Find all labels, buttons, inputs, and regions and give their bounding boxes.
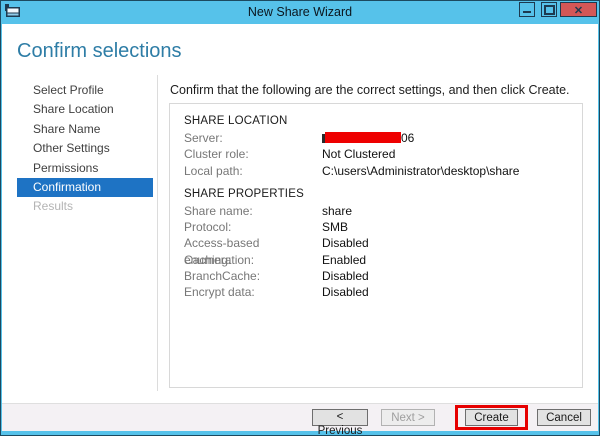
close-icon[interactable] [560,2,597,17]
row-value: C:\users\Administrator\desktop\share [322,163,519,179]
summary-row-access-based-enumeration: Access-based enumeration: Disabled [184,235,574,251]
row-value: Disabled [322,235,369,251]
wizard-steps-sidebar: Select Profile Share Location Share Name… [0,81,157,217]
window-title: New Share Wizard [248,5,352,19]
window-border-bottom [0,431,600,436]
row-value: Enabled [322,252,366,268]
row-value: SMB [322,219,348,235]
sidebar-item-confirmation[interactable]: Confirmation [17,178,153,197]
summary-row-protocol: Protocol: SMB [184,219,574,235]
row-label: Cluster role: [184,146,322,162]
next-button: Next > [381,409,435,426]
row-label: Caching: [184,252,322,268]
server-value-suffix: 06 [401,131,414,145]
cancel-button[interactable]: Cancel [537,409,591,426]
confirmation-summary-box: SHARE LOCATION Server: 06 Cluster role: … [169,103,583,388]
section-title-share-properties: SHARE PROPERTIES [184,186,574,203]
page-title: Confirm selections [17,40,182,63]
sidebar-item-select-profile[interactable]: Select Profile [0,81,157,100]
redaction-box [325,132,401,143]
sidebar-divider [157,75,158,391]
maximize-icon[interactable] [541,2,557,17]
share-folder-icon [4,3,21,19]
row-label: BranchCache: [184,268,322,284]
row-value: share [322,203,352,219]
sidebar-item-share-location[interactable]: Share Location [0,100,157,119]
summary-row-caching: Caching: Enabled [184,252,574,268]
create-button[interactable]: Create [465,409,518,426]
previous-button[interactable]: < Previous [312,409,368,426]
summary-row-cluster-role: Cluster role: Not Clustered [184,146,574,162]
row-label: Share name: [184,203,322,219]
row-label: Server: [184,130,322,146]
row-label: Local path: [184,163,322,179]
row-label: Access-based enumeration: [184,235,322,251]
summary-row-branchcache: BranchCache: Disabled [184,268,574,284]
section-gap [184,179,574,186]
server-value: 06 [322,130,414,146]
summary-row-local-path: Local path: C:\users\Administrator\deskt… [184,163,574,179]
sidebar-item-other-settings[interactable]: Other Settings [0,139,157,158]
section-title-share-location: SHARE LOCATION [184,113,574,130]
sidebar-item-permissions[interactable]: Permissions [0,159,157,178]
summary-row-server: Server: 06 [184,130,574,146]
row-value: Disabled [322,268,369,284]
titlebar[interactable]: New Share Wizard [0,0,600,24]
sidebar-item-share-name[interactable]: Share Name [0,120,157,139]
sidebar-item-results: Results [0,197,157,216]
minimize-icon[interactable] [519,2,535,17]
maximize-glyph [544,5,555,15]
summary-row-share-name: Share name: share [184,203,574,219]
minimize-glyph [523,11,531,13]
summary-row-encrypt-data: Encrypt data: Disabled [184,284,574,300]
row-value: Not Clustered [322,146,395,162]
row-label: Protocol: [184,219,322,235]
row-label: Encrypt data: [184,284,322,300]
window-border-left [0,24,2,436]
close-glyph [574,1,583,19]
row-value: Disabled [322,284,369,300]
instruction-text: Confirm that the following are the corre… [170,83,570,97]
